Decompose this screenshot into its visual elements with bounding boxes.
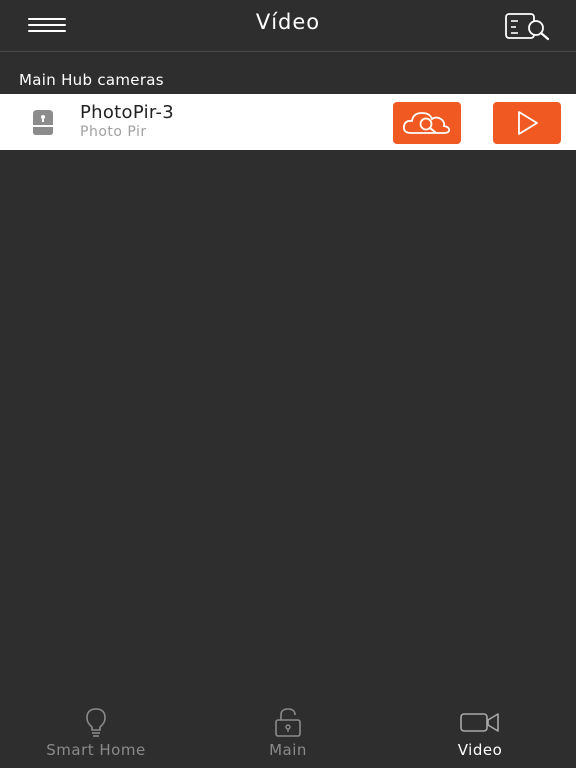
list-search-icon	[505, 13, 550, 41]
bottom-tab-bar: Smart Home Main Video	[0, 700, 576, 768]
motion-sensor-icon	[33, 110, 53, 135]
tab-label: Smart Home	[46, 741, 146, 759]
hamburger-menu-icon	[28, 18, 66, 20]
hamburger-menu-icon-bar	[28, 24, 66, 26]
unlocked-padlock-icon	[275, 708, 301, 737]
play-button[interactable]	[493, 102, 561, 144]
video-camera-icon	[460, 713, 499, 732]
section-label: Main Hub cameras	[19, 71, 164, 89]
tab-smart-home[interactable]: Smart Home	[0, 700, 192, 768]
cloud-search-icon	[402, 112, 451, 134]
tab-main[interactable]: Main	[192, 700, 384, 768]
camera-search-button[interactable]	[500, 8, 556, 44]
cloud-search-button[interactable]	[393, 102, 461, 144]
lightbulb-icon	[86, 708, 106, 737]
tab-label: Video	[457, 741, 503, 759]
camera-type: Photo Pir	[80, 124, 147, 140]
tab-label: Main	[269, 741, 307, 759]
play-icon	[518, 111, 538, 135]
hamburger-menu-icon-bar	[28, 30, 66, 32]
camera-list-item[interactable]: PhotoPir-3 Photo Pir	[0, 94, 576, 150]
tab-video[interactable]: Video	[384, 700, 576, 768]
app-header: Vídeo	[0, 0, 576, 52]
menu-button[interactable]	[18, 10, 74, 44]
camera-name: PhotoPir-3	[80, 102, 175, 123]
page-title: Vídeo	[255, 10, 321, 34]
